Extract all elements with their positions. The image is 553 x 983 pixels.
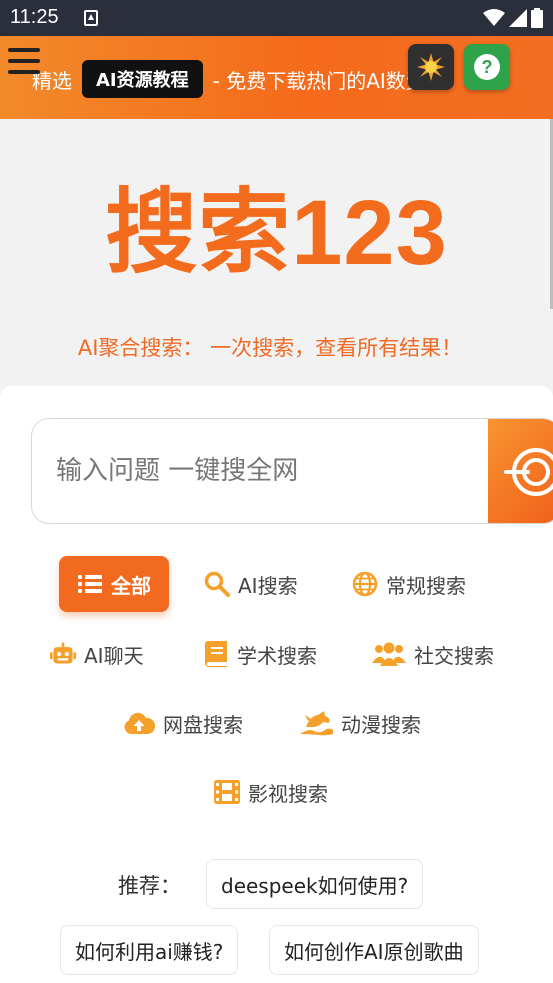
search-input[interactable] bbox=[56, 419, 486, 523]
category-video-search[interactable]: 影视搜索 bbox=[214, 764, 328, 820]
users-icon bbox=[372, 641, 406, 667]
help-icon: ? bbox=[474, 54, 500, 80]
search-card: 全部 AI搜索 常规搜索 AI聊天 学术搜索 社交搜索 网盘 bbox=[0, 386, 553, 983]
category-ai-chat[interactable]: AI聊天 bbox=[50, 626, 144, 682]
category-label: 网盘搜索 bbox=[163, 712, 243, 737]
theme-toggle-button[interactable] bbox=[408, 44, 454, 90]
banner-ticker[interactable]: 精选 AI资源教程 - 免费下载热门的AI数资源! bbox=[32, 60, 454, 98]
list-icon bbox=[77, 571, 103, 597]
recommend-label: 推荐： bbox=[118, 874, 181, 898]
category-label: 影视搜索 bbox=[248, 781, 328, 806]
globe-icon bbox=[352, 571, 378, 597]
cloud-upload-icon bbox=[123, 710, 155, 736]
search-button[interactable] bbox=[488, 419, 553, 523]
recommend-chip[interactable]: 如何创作AI原创歌曲 bbox=[269, 925, 479, 975]
dragon-icon bbox=[300, 710, 333, 736]
category-web-search[interactable]: 常规搜索 bbox=[352, 556, 466, 612]
category-label: 动漫搜索 bbox=[341, 712, 421, 737]
category-cloud-drive-search[interactable]: 网盘搜索 bbox=[123, 695, 243, 751]
category-label: 全部 bbox=[111, 573, 151, 598]
status-bar: 11:25 bbox=[0, 0, 553, 36]
signal-icon bbox=[509, 9, 527, 27]
category-academic-search[interactable]: 学术搜索 bbox=[203, 626, 317, 682]
category-ai-search[interactable]: AI搜索 bbox=[204, 556, 298, 612]
menu-icon[interactable] bbox=[8, 48, 40, 76]
book-icon bbox=[203, 641, 229, 667]
status-time: 11:25 bbox=[10, 6, 59, 28]
category-label: 社交搜索 bbox=[414, 643, 494, 668]
banner-tag[interactable]: AI资源教程 bbox=[82, 60, 203, 98]
wifi-icon bbox=[483, 9, 505, 26]
search-icon bbox=[204, 571, 230, 597]
sun-icon bbox=[417, 53, 445, 81]
category-all[interactable]: 全部 bbox=[59, 556, 169, 612]
search-target-icon bbox=[504, 448, 553, 496]
category-social-search[interactable]: 社交搜索 bbox=[372, 626, 494, 682]
category-label: AI聊天 bbox=[84, 643, 144, 668]
film-icon bbox=[214, 779, 240, 805]
battery-icon bbox=[531, 8, 543, 28]
category-anime-search[interactable]: 动漫搜索 bbox=[300, 695, 421, 751]
recommend-chip[interactable]: deespeek如何使用? bbox=[206, 859, 424, 909]
site-logo: 搜索123 bbox=[105, 182, 448, 284]
category-label: 学术搜索 bbox=[237, 643, 317, 668]
recommend-chip[interactable]: 如何利用ai赚钱? bbox=[60, 925, 239, 975]
status-icons bbox=[483, 8, 543, 28]
notification-icon bbox=[84, 10, 98, 26]
search-box bbox=[31, 418, 553, 524]
robot-icon bbox=[50, 641, 76, 667]
promo-banner[interactable]: 精选 AI资源教程 - 免费下载热门的AI数资源! ? bbox=[0, 36, 553, 119]
category-label: 常规搜索 bbox=[386, 573, 466, 598]
help-button[interactable]: ? bbox=[464, 44, 510, 90]
site-subtitle: AI聚合搜索： 一次搜索，查看所有结果！ bbox=[77, 336, 463, 360]
category-label: AI搜索 bbox=[238, 573, 298, 598]
